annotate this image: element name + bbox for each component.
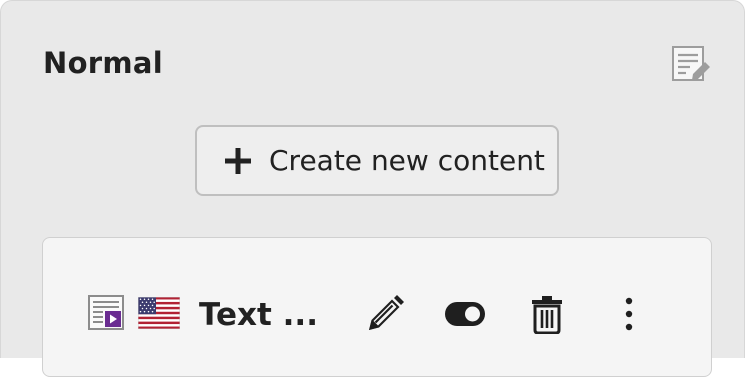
column-title: Normal <box>43 46 164 80</box>
content-column: Normal Create new content Text ... <box>0 0 745 377</box>
toggle-on-icon <box>445 302 485 326</box>
create-new-content-button[interactable]: Create new content <box>195 125 559 196</box>
pencil-icon <box>369 295 404 330</box>
plus-icon <box>225 147 251 174</box>
edit-record-button[interactable] <box>361 291 409 337</box>
create-new-content-label: Create new content <box>269 144 545 177</box>
text-media-content-icon <box>88 295 126 331</box>
more-actions-button[interactable] <box>611 291 647 337</box>
more-vertical-icon <box>625 297 633 331</box>
trash-icon <box>532 296 562 334</box>
us-flag-icon <box>137 296 181 330</box>
edit-column-icon[interactable] <box>670 44 710 84</box>
content-element-card: Text ... <box>42 237 712 377</box>
delete-record-button[interactable] <box>525 291 569 337</box>
visibility-toggle[interactable] <box>441 291 489 337</box>
record-title[interactable]: Text ... <box>199 295 318 335</box>
